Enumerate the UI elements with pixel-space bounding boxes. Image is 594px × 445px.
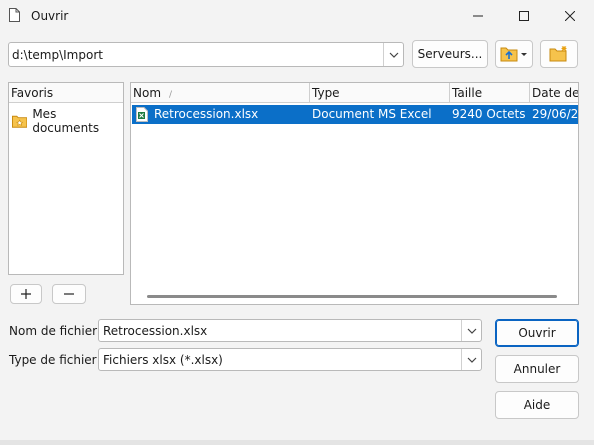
cancel-button-label: Annuler [513, 362, 561, 376]
minus-icon [64, 293, 74, 295]
folder-icon [12, 115, 28, 128]
open-button[interactable]: Ouvrir [495, 319, 579, 347]
filetype-label: Type de fichier : [9, 353, 105, 367]
file-type: Document MS Excel [312, 107, 432, 121]
favorite-item-label: Mes documents [32, 107, 100, 135]
help-button-label: Aide [523, 398, 551, 412]
new-folder-icon [549, 46, 567, 62]
path-value: d:\temp\Import [12, 48, 103, 62]
column-header-size[interactable]: Taille [450, 83, 530, 103]
excel-file-icon [136, 107, 148, 122]
filetype-dropdown-button[interactable] [461, 349, 481, 370]
favorites-header: Favoris [9, 83, 123, 103]
horizontal-scrollbar[interactable] [147, 295, 557, 298]
favorites-panel: Favoris Mes documents [8, 82, 124, 275]
file-list: Nom / Type Taille Date de m Retrocession.… [130, 82, 579, 305]
remove-favorite-button[interactable] [52, 284, 86, 304]
plus-icon [21, 289, 31, 299]
path-input[interactable]: d:\temp\Import [8, 42, 404, 67]
close-button[interactable] [547, 0, 593, 32]
add-favorite-button[interactable] [10, 284, 42, 304]
column-name-label: Nom [133, 86, 162, 100]
column-header-name[interactable]: Nom / [131, 83, 310, 103]
servers-label: Serveurs... [417, 47, 483, 61]
filename-value: Retrocession.xlsx [103, 324, 208, 338]
open-button-label: Ouvrir [518, 326, 556, 340]
maximize-icon [519, 11, 529, 21]
help-button[interactable]: Aide [495, 391, 579, 419]
filetype-value: Fichiers xlsx (*.xlsx) [103, 353, 223, 367]
filetype-select[interactable]: Fichiers xlsx (*.xlsx) [98, 348, 482, 371]
window-title: Ouvrir [31, 9, 69, 23]
document-icon [9, 8, 20, 22]
filename-dropdown-button[interactable] [461, 320, 481, 341]
servers-button[interactable]: Serveurs... [412, 40, 488, 68]
file-name: Retrocession.xlsx [154, 107, 259, 121]
favorite-item-mes-documents[interactable]: Mes documents [12, 107, 123, 135]
minimize-button[interactable] [455, 0, 501, 32]
close-icon [565, 11, 575, 21]
window-bottom-edge [0, 440, 594, 445]
file-date: 29/06/20 [532, 107, 579, 121]
file-row[interactable]: Retrocession.xlsx Document MS Excel 9240… [132, 105, 579, 124]
column-size-label: Taille [452, 86, 483, 100]
column-header-date[interactable]: Date de m [530, 83, 579, 103]
folder-up-icon [500, 47, 527, 62]
chevron-down-icon [467, 328, 476, 334]
file-size: 9240 Octets [452, 107, 526, 121]
maximize-button[interactable] [501, 0, 547, 32]
column-header-type[interactable]: Type [310, 83, 450, 103]
new-folder-button[interactable] [540, 40, 578, 68]
column-type-label: Type [312, 86, 340, 100]
filename-label: Nom de fichier : [9, 324, 105, 338]
filename-input[interactable]: Retrocession.xlsx [98, 319, 482, 342]
sort-indicator-icon: / [169, 90, 173, 100]
cancel-button[interactable]: Annuler [495, 355, 579, 383]
up-level-button[interactable] [495, 40, 533, 68]
minimize-icon [473, 15, 483, 17]
chevron-down-icon [389, 52, 398, 58]
path-dropdown-button[interactable] [383, 43, 403, 66]
column-date-label: Date de m [532, 86, 579, 100]
chevron-down-icon [467, 357, 476, 363]
